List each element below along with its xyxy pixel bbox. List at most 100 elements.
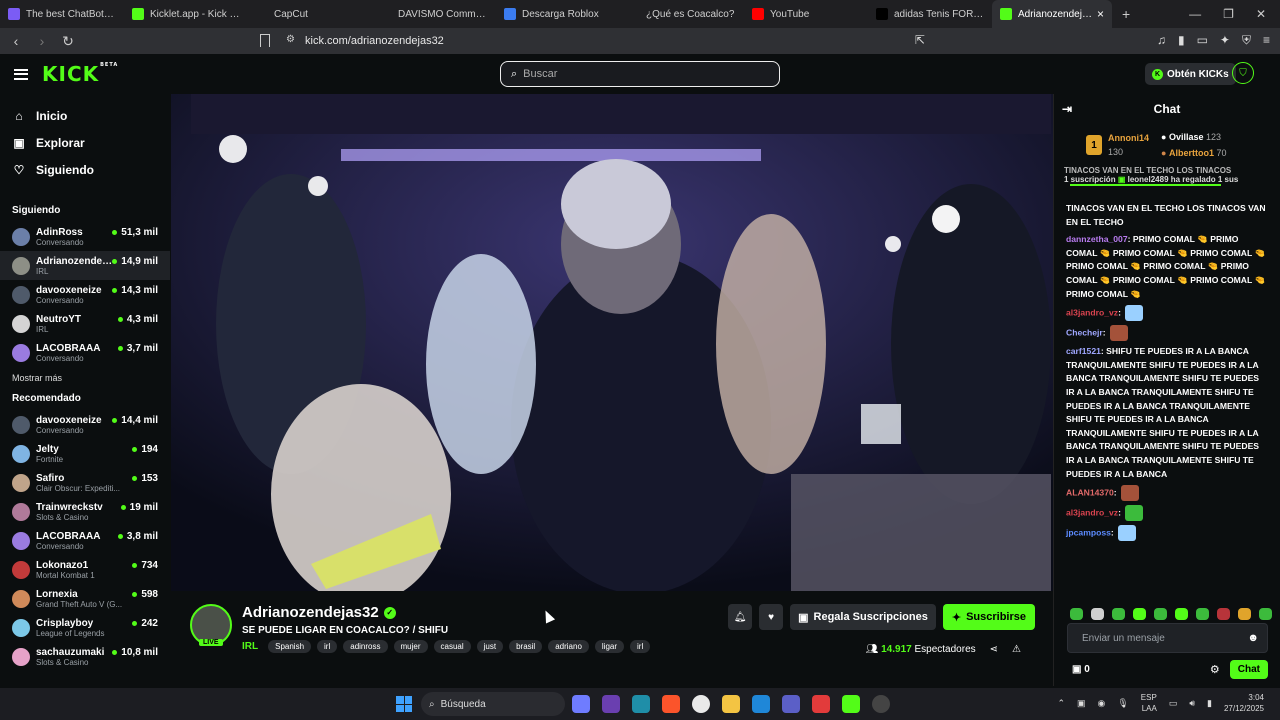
emote-icon[interactable]	[1196, 608, 1209, 620]
report-icon[interactable]: ⚠	[1012, 644, 1021, 655]
tray-app-icon[interactable]: ▣	[1077, 698, 1086, 709]
emote-icon[interactable]	[1091, 608, 1104, 620]
teams-icon[interactable]	[782, 695, 800, 713]
windows-start-icon[interactable]	[396, 696, 412, 712]
profile-shield-icon[interactable]: ⛉	[1232, 62, 1254, 84]
microphone-icon[interactable]: 🎙︎	[1117, 698, 1128, 709]
chat-username[interactable]: Chechejr	[1066, 327, 1103, 337]
taskbar-search[interactable]: ⌕ Búsqueda	[421, 692, 565, 716]
emote-icon[interactable]	[1154, 608, 1167, 620]
chat-username[interactable]: dannzetha_007	[1066, 234, 1128, 244]
language-indicator[interactable]: ESP LAA	[1141, 692, 1157, 714]
sidebar-icon[interactable]: ▮	[1178, 33, 1185, 48]
emote-icon[interactable]	[1070, 608, 1083, 620]
stream-tag[interactable]: adinross	[343, 640, 388, 653]
chat-message-input[interactable]: Enviar un mensaje ☻	[1067, 623, 1268, 653]
channel-item[interactable]: Adrianozendejas32 IRL 14,9 mil	[0, 251, 170, 280]
battery-icon[interactable]: ▮	[1207, 698, 1212, 709]
browser-tab[interactable]: Kicklet.app - Kick Chatbo	[124, 0, 248, 28]
emoji-picker-icon[interactable]: ☻	[1247, 632, 1259, 644]
follow-heart-button[interactable]: ♥	[759, 604, 784, 630]
visual-studio-icon[interactable]	[602, 695, 620, 713]
get-kicks-button[interactable]: K Obtén KICKs	[1145, 63, 1236, 85]
video-player[interactable]	[171, 94, 1053, 591]
bookmark-icon[interactable]	[260, 34, 270, 47]
vpn-icon[interactable]: ⛨	[1242, 33, 1251, 48]
emote-icon[interactable]	[1217, 608, 1230, 620]
chat-settings-icon[interactable]: ⚙	[1210, 663, 1220, 676]
search-input[interactable]: ⌕ Buscar	[500, 61, 780, 87]
channel-item[interactable]: AdinRoss Conversando 51,3 mil	[0, 222, 170, 251]
stream-tag[interactable]: mujer	[393, 640, 428, 653]
emote-icon[interactable]	[1133, 608, 1146, 620]
minimize-icon[interactable]: —	[1189, 7, 1201, 21]
sidebar-nav-inicio[interactable]: ⌂ Inicio	[0, 102, 170, 129]
channel-item[interactable]: Trainwreckstv Slots & Casino 19 mil	[0, 497, 170, 526]
browser-tab[interactable]: ¿Qué es Coacalco?	[620, 0, 744, 28]
browser-tab[interactable]: DAVISMO Community / X	[372, 0, 496, 28]
browser-tab[interactable]: Descarga Roblox	[496, 0, 620, 28]
browser-tab[interactable]: YouTube	[744, 0, 868, 28]
channel-item[interactable]: davooxeneize Conversando 14,4 mil	[0, 410, 170, 439]
site-info-icon[interactable]: ⚙	[286, 34, 295, 45]
chat-username[interactable]: jpcamposs	[1066, 527, 1111, 537]
stream-tag[interactable]: just	[476, 640, 504, 653]
stream-tag[interactable]: casual	[433, 640, 471, 653]
kick-app-icon[interactable]	[842, 695, 860, 713]
stream-category-link[interactable]: IRL	[242, 641, 258, 652]
url-field[interactable]: kick.com/adrianozendejas32	[305, 35, 444, 47]
volume-icon[interactable]: 🔊︎	[1189, 698, 1195, 709]
stream-tag[interactable]: Spanish	[268, 640, 312, 653]
stream-tag[interactable]: irl	[630, 640, 651, 653]
close-tab-icon[interactable]: ×	[1097, 7, 1104, 21]
share-stream-icon[interactable]: ⋖	[990, 644, 998, 655]
chrome-icon[interactable]	[692, 695, 710, 713]
emote-icon[interactable]	[1259, 608, 1272, 620]
winrar-icon[interactable]	[812, 695, 830, 713]
channel-item[interactable]: Safiro Clair Obscur: Expediti... 153	[0, 468, 170, 497]
channel-item[interactable]: LACOBRAAA Conversando 3,7 mil	[0, 338, 170, 367]
share-icon[interactable]: ⇱	[915, 33, 925, 48]
streamer-name[interactable]: Adrianozendejas32 ✓	[242, 604, 396, 621]
subscribe-button[interactable]: ✦ Suscribirse	[942, 604, 1035, 630]
back-icon[interactable]: ‹	[6, 33, 26, 49]
tray-overflow-icon[interactable]: ⌃	[1057, 698, 1065, 709]
close-window-icon[interactable]: ✕	[1256, 7, 1266, 21]
notifications-bell-button[interactable]: 🔔︎	[728, 604, 753, 630]
menu-icon[interactable]: ≡	[1263, 33, 1270, 48]
browser-tab[interactable]: Adrianozendejas3 ×	[992, 0, 1112, 28]
channel-points-icon[interactable]: ▣	[1072, 664, 1081, 675]
vscode-icon[interactable]	[752, 695, 770, 713]
maximize-icon[interactable]: ❐	[1223, 7, 1234, 21]
hamburger-menu-icon[interactable]	[14, 68, 28, 80]
collapse-chat-icon[interactable]: ⇥	[1062, 102, 1072, 116]
edge-icon[interactable]	[632, 695, 650, 713]
emote-icon[interactable]	[1175, 608, 1188, 620]
forward-icon[interactable]: ›	[32, 33, 52, 49]
gift-subs-button[interactable]: ▣ Regala Suscripciones	[790, 604, 936, 630]
send-chat-button[interactable]: Chat	[1229, 659, 1268, 679]
settings-app-icon[interactable]	[872, 695, 890, 713]
emote-icon[interactable]	[1112, 608, 1125, 620]
stream-tag[interactable]: adriano	[548, 640, 589, 653]
copilot-icon[interactable]	[572, 695, 590, 713]
channel-item[interactable]: davooxeneize Conversando 14,3 mil	[0, 280, 170, 309]
reload-icon[interactable]: ↻	[58, 33, 78, 50]
chat-username[interactable]: al3jandro_vz	[1066, 507, 1118, 517]
show-more-link[interactable]: Mostrar más	[0, 373, 170, 383]
channel-item[interactable]: LACOBRAAA Conversando 3,8 mil	[0, 526, 170, 555]
channel-item[interactable]: NeutroYT IRL 4,3 mil	[0, 309, 170, 338]
channel-item[interactable]: Lornexia Grand Theft Auto V (G... 598	[0, 584, 170, 613]
stream-tag[interactable]: irl	[317, 640, 338, 653]
stream-tag[interactable]: ligar	[594, 640, 625, 653]
channel-item[interactable]: Jelty Fortnite 194	[0, 439, 170, 468]
clock[interactable]: 3:04 27/12/2025	[1224, 692, 1264, 714]
browser-tab[interactable]: adidas Tenis FORUM2000	[868, 0, 992, 28]
browser-tab[interactable]: The best ChatBot and Wi	[0, 0, 124, 28]
channel-item[interactable]: Lokonazo1 Mortal Kombat 1 734	[0, 555, 170, 584]
brave-icon[interactable]	[662, 695, 680, 713]
browser-tab[interactable]: CapCut	[248, 0, 372, 28]
file-explorer-icon[interactable]	[722, 695, 740, 713]
sidebar-nav-explorar[interactable]: ▣ Explorar	[0, 129, 170, 156]
wallet-icon[interactable]: ▭	[1197, 33, 1208, 48]
